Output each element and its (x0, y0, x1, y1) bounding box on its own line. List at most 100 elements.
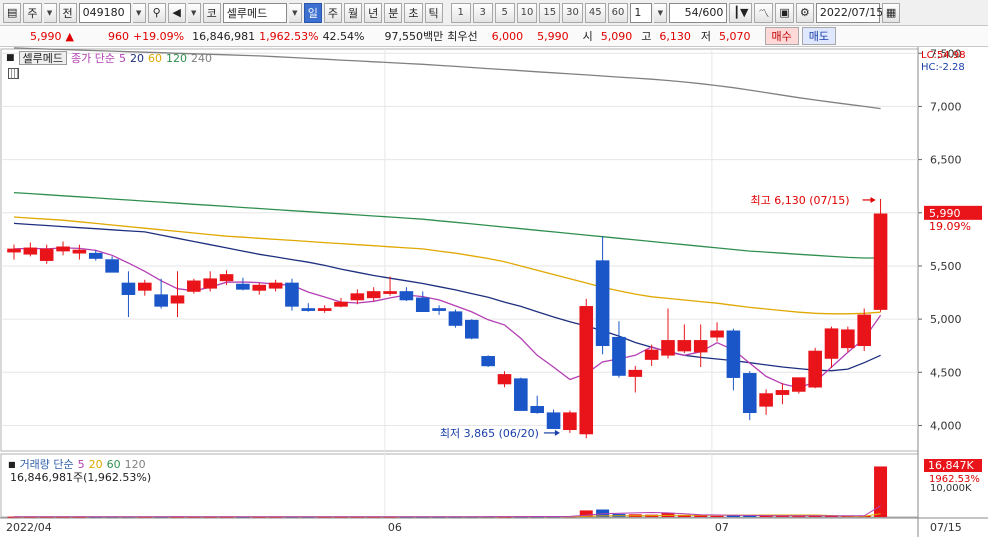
trade-amount: 97,550백만 (384, 30, 444, 43)
lc-readout: LC:54.98 (921, 50, 966, 61)
candle-body (726, 330, 741, 378)
candle-body (644, 349, 659, 360)
chart-toolbar: ▤ 주 ▼ 전 049180 ▼ ⚲ ◀︎ ▼ 코 셀루메드 ▼ 일 주 월 년… (0, 0, 988, 26)
date-label: 07/15 (930, 521, 962, 534)
up-arrow-icon: ▲ (65, 29, 74, 43)
candle-body (252, 284, 267, 291)
date-label: 2022/04 (6, 521, 52, 534)
high-label: 고 (641, 30, 652, 43)
period-tab-year[interactable]: 년 (364, 2, 383, 23)
volume-bar (792, 516, 806, 518)
volume-tag-pct: 1962.53% (929, 474, 980, 485)
search-icon[interactable]: ⚲ (147, 2, 166, 23)
candle-body (612, 336, 626, 376)
price-tick-label: 4,000 (930, 419, 962, 432)
chart-area[interactable]: 7,5007,0006,5006,0005,5005,0004,5004,000… (0, 47, 988, 537)
candle-body (383, 291, 397, 294)
period-tab-week[interactable]: 주 (323, 2, 343, 23)
market-dropdown-icon[interactable]: ▼ (43, 2, 57, 23)
candle-body (677, 340, 692, 352)
candle-body (546, 412, 561, 429)
candle-body (415, 297, 430, 312)
interval-input[interactable]: 1 (630, 2, 653, 23)
interval-30[interactable]: 30 (562, 2, 583, 23)
bar-count-total: /600 (698, 6, 724, 19)
calendar-icon[interactable]: ▦ (881, 2, 901, 23)
volume-bar (874, 466, 888, 517)
candle-body (448, 311, 463, 326)
stock-code-input[interactable]: 049180 (78, 2, 131, 23)
interval-15[interactable]: 15 (539, 2, 561, 23)
period-tab-tick[interactable]: 틱 (424, 2, 443, 23)
sell-button[interactable]: 매도 (801, 27, 836, 45)
stock-name-field[interactable]: 셀루메드 (222, 2, 287, 23)
price-change-pct: +19.09% (132, 29, 185, 43)
speaker-icon[interactable]: ◀︎ (167, 2, 186, 23)
date-field[interactable]: 2022/07/15 (815, 2, 883, 23)
candle-body (464, 319, 479, 339)
legend-ma240: 240 (190, 51, 212, 65)
exchange-badge: 코 (202, 2, 221, 23)
bar-count-field[interactable]: 54/600 (669, 2, 728, 23)
period-tab-month[interactable]: 월 (344, 2, 363, 23)
line-tool-icon[interactable]: 〽 (754, 2, 774, 23)
lc-value: LC:54.98 (921, 50, 966, 61)
legend-ma-label: 종가 단순 (71, 52, 115, 65)
candle-body (759, 393, 773, 407)
price-tick-label: 5,500 (930, 260, 962, 273)
candle-body (595, 260, 610, 347)
candle-body (285, 282, 299, 307)
volume-pct: 1,962.53% (259, 29, 319, 43)
candle-body (563, 412, 577, 431)
price-tick-label: 5,000 (930, 313, 962, 326)
volume-legend-square-icon: ■ (8, 459, 16, 469)
scope-button[interactable]: 전 (58, 2, 77, 23)
candle-body (857, 314, 872, 347)
candle-body (808, 350, 822, 388)
name-dropdown-icon[interactable]: ▼ (288, 2, 302, 23)
interval-10[interactable]: 10 (516, 2, 538, 23)
candle-body (170, 295, 185, 304)
bar-count: 54 (684, 6, 699, 19)
candle-body (219, 274, 234, 282)
legend-ma60: 60 (147, 51, 162, 65)
save-icon[interactable]: ▣ (775, 2, 794, 23)
hc-value: HC:-2.28 (921, 62, 965, 73)
candle-body (56, 246, 70, 252)
legend-ma5: 5 (118, 51, 126, 65)
candle-body (873, 213, 888, 310)
period-tab-day[interactable]: 일 (303, 2, 322, 23)
price-change: 960 (107, 29, 129, 43)
chart-layout-icon[interactable]: ▤ (3, 2, 22, 23)
period-tab-second[interactable]: 초 (404, 2, 423, 23)
candle-body (72, 249, 87, 254)
candle-body (742, 373, 757, 414)
price-tag-value: 5,990 (929, 207, 961, 220)
interval-dropdown-icon[interactable]: ▼ (654, 2, 668, 23)
interval-45[interactable]: 45 (584, 2, 606, 23)
interval-5[interactable]: 5 (494, 2, 515, 23)
candle-body (187, 280, 201, 292)
best-quote-label: 최우선 (447, 30, 478, 43)
period-tab-minute[interactable]: 분 (384, 2, 403, 23)
chart-expand-icon[interactable] (8, 68, 19, 79)
candle-body (121, 282, 136, 295)
candle-body (23, 247, 38, 255)
candle-body (7, 248, 21, 253)
candle-body (317, 308, 332, 311)
market-select[interactable]: 주 (23, 2, 42, 23)
interval-60[interactable]: 60 (607, 2, 629, 23)
gear-icon[interactable]: ⚙ (795, 2, 814, 23)
candle-style-icon[interactable]: ┃▼ (729, 2, 753, 23)
legend-stock-name[interactable]: 셀루메드 (18, 51, 67, 65)
candle-body (203, 278, 217, 289)
candle-body (514, 378, 528, 411)
speaker-dropdown-icon[interactable]: ▼ (187, 2, 201, 23)
interval-1[interactable]: 1 (450, 2, 471, 23)
code-dropdown-icon[interactable]: ▼ (132, 2, 146, 23)
interval-3[interactable]: 3 (472, 2, 493, 23)
high-annotation: 최고 6,130 (07/15) (751, 194, 850, 207)
stock-chart[interactable]: 7,5007,0006,5006,0005,5005,0004,5004,000… (0, 47, 988, 537)
low-price: 5,070 (719, 29, 751, 43)
buy-button[interactable]: 매수 (764, 27, 799, 45)
